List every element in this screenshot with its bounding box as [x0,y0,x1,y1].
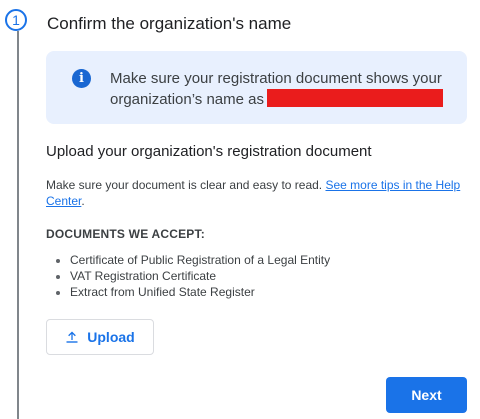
info-banner: i Make sure your registration document s… [46,51,467,124]
step-number-indicator: 1 [5,9,27,31]
help-text: Make sure your document is clear and eas… [46,177,466,209]
upload-icon [66,331,78,343]
info-banner-text: Make sure your registration document sho… [110,68,460,110]
help-text-suffix: . [81,194,85,208]
help-text-message: Make sure your document is clear and eas… [46,178,323,192]
accepted-documents-list: Certificate of Public Registration of a … [46,252,330,300]
upload-button[interactable]: Upload [46,319,154,355]
list-item: VAT Registration Certificate [46,268,330,284]
accepted-documents-heading: DOCUMENTS WE ACCEPT: [46,227,205,241]
next-button[interactable]: Next [386,377,467,413]
info-icon: i [72,69,91,88]
list-item: Extract from Unified State Register [46,284,330,300]
list-item: Certificate of Public Registration of a … [46,252,330,268]
upload-button-label: Upload [87,329,135,345]
redacted-organization-name [266,89,443,107]
upload-section-heading: Upload your organization's registration … [46,143,372,160]
step-connector-line [17,31,19,419]
step-title: Confirm the organization's name [47,14,292,33]
